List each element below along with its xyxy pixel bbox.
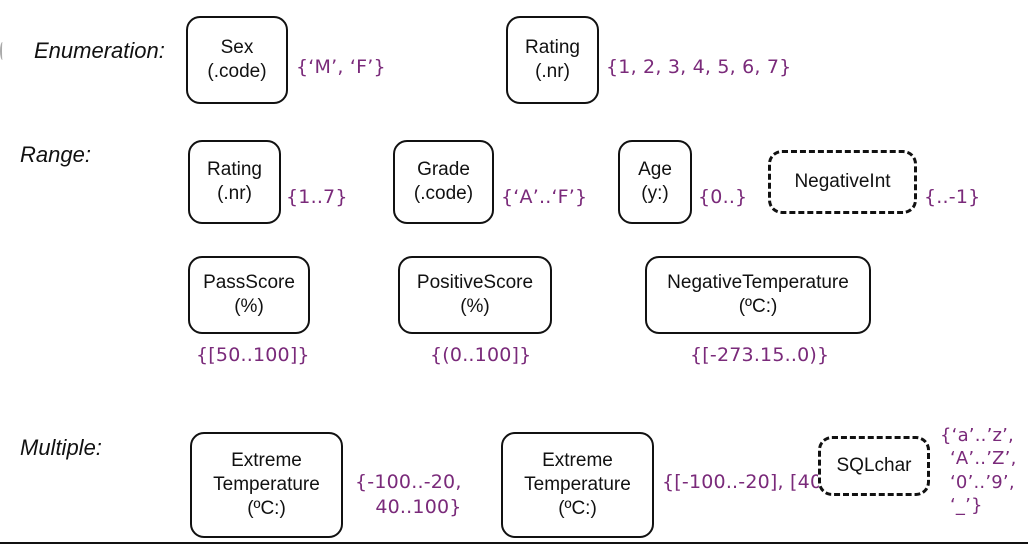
values-line2: 40..100} xyxy=(375,495,462,518)
type-name: NegativeInt xyxy=(794,171,891,193)
extreme-temperature-1-values: {-100..-20, 40..100} xyxy=(355,470,462,519)
age-type-box: Age (y:) xyxy=(618,140,692,224)
extreme-temperature-1-type-box: Extreme Temperature (ºC:) xyxy=(190,432,343,538)
negativetemperature-values: {[-273.15..0)} xyxy=(690,344,830,366)
type-name: PassScore xyxy=(203,272,295,294)
type-unit: (ºC:) xyxy=(558,497,597,519)
type-name: NegativeTemperature xyxy=(667,272,849,294)
type-name-line2: Temperature xyxy=(213,474,320,496)
grade-values: {‘A’..‘F’} xyxy=(501,186,588,208)
type-unit: (%) xyxy=(460,296,490,317)
passscore-values: {[50..100]} xyxy=(196,344,310,366)
type-name: Rating xyxy=(207,159,262,181)
section-label-multiple: Multiple: xyxy=(20,435,102,460)
values-line2: ‘A’..’Z’, xyxy=(950,448,1017,470)
edge-mark xyxy=(0,42,5,60)
values-line3: ‘0’..’9’, xyxy=(950,471,1015,493)
type-unit: (ºC:) xyxy=(247,497,286,519)
type-name: SQLchar xyxy=(836,455,912,477)
type-unit: (.nr) xyxy=(217,183,252,204)
sex-values: {‘M’, ‘F’} xyxy=(296,56,386,78)
values-line1: {-100..-20, xyxy=(355,471,462,493)
type-name: PositiveScore xyxy=(416,272,534,294)
extreme-temperature-2-type-box: Extreme Temperature (ºC:) xyxy=(501,432,654,538)
section-label-range: Range: xyxy=(20,142,91,167)
age-values: {0..} xyxy=(698,186,748,208)
rating-range-type-box: Rating (.nr) xyxy=(188,140,281,224)
type-name-line2: Temperature xyxy=(524,474,631,496)
type-name-line1: Extreme xyxy=(231,450,302,472)
rating-enum-values: {1, 2, 3, 4, 5, 6, 7} xyxy=(606,56,792,78)
sqlchar-type-box: SQLchar xyxy=(818,436,930,496)
positivescore-type-box: PositiveScore (%) xyxy=(398,256,552,334)
type-unit: (%) xyxy=(234,296,264,317)
sqlchar-values: {‘a’..’z’, ‘A’..’Z’, ‘0’..’9’, ‘_’} xyxy=(940,424,1017,518)
negativeint-values: {..-1} xyxy=(924,186,981,208)
type-name: Grade xyxy=(417,159,470,181)
negativeint-type-box: NegativeInt xyxy=(768,150,917,214)
positivescore-values: {(0..100]} xyxy=(430,344,532,366)
type-unit: (.code) xyxy=(207,61,267,82)
type-name: Age xyxy=(638,159,672,181)
section-label-enumeration: Enumeration: xyxy=(34,38,165,63)
values-line4: ‘_’} xyxy=(950,495,983,517)
grade-type-box: Grade (.code) xyxy=(393,140,494,224)
type-unit: (ºC:) xyxy=(738,296,778,317)
passscore-type-box: PassScore (%) xyxy=(188,256,310,334)
type-name: Rating xyxy=(525,37,580,59)
rating-enum-type-box: Rating (.nr) xyxy=(506,16,599,104)
values-line1: {[-100..-20], xyxy=(662,471,784,493)
type-unit: (.nr) xyxy=(535,61,570,82)
values-line1: {‘a’..’z’, xyxy=(940,425,1014,446)
type-unit: (.code) xyxy=(413,183,474,204)
type-unit: (y:) xyxy=(641,183,669,204)
type-name: Sex xyxy=(220,37,254,59)
negativetemperature-type-box: NegativeTemperature (ºC:) xyxy=(645,256,871,334)
type-name-line1: Extreme xyxy=(542,450,613,472)
sex-type-box: Sex (.code) xyxy=(186,16,288,104)
rating-range-values: {1..7} xyxy=(286,186,348,208)
